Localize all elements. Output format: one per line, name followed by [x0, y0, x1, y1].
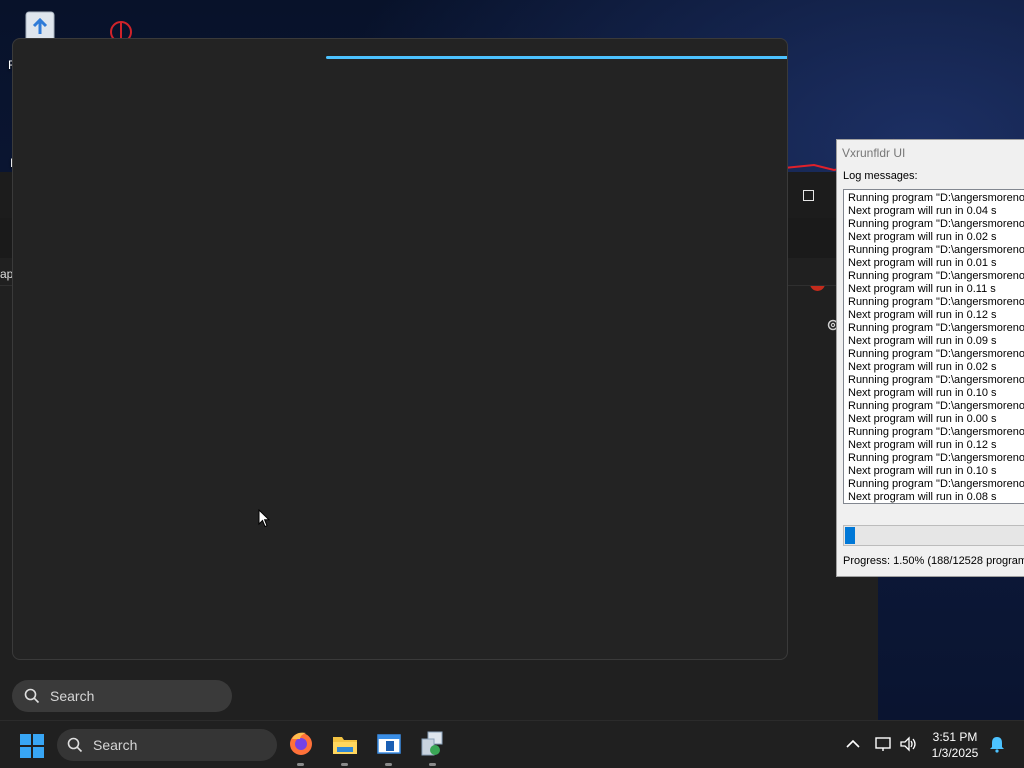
search-icon: [24, 688, 40, 704]
taskbar-search-box[interactable]: Search: [57, 729, 277, 761]
vxrunfldr-taskbar-button[interactable]: [418, 729, 448, 766]
window-app-icon: [377, 734, 401, 754]
start-menu-search-box[interactable]: Search: [12, 680, 232, 712]
clock-time: 3:51 PM: [932, 730, 978, 744]
window-app-taskbar-button[interactable]: [374, 729, 404, 766]
log-messages-label: Log messages:: [843, 170, 918, 182]
vxrunfldr-app-icon: [421, 731, 443, 756]
taskbar: Search 3:51 PM 1/3/2025: [0, 720, 1024, 768]
firefox-icon: [290, 732, 312, 755]
log-line: Next program will run in 0.12 s: [848, 309, 997, 321]
log-line: Next program will run in 0.08 s: [848, 491, 997, 503]
log-line: Next program will run in 0.11 s: [848, 283, 996, 295]
log-line: Next program will run in 0.02 s: [848, 361, 997, 373]
log-line: Next program will run in 0.01 s: [848, 257, 997, 269]
log-messages-list[interactable]: Running program "D:\angersmoreno\ Next pr…: [843, 189, 1024, 504]
log-line: Next program will run in 0.04 s: [848, 205, 997, 217]
notification-bell-icon[interactable]: [988, 735, 1006, 753]
volume-icon[interactable]: [899, 735, 917, 753]
progress-bar: [843, 525, 1024, 546]
log-line: Running program "D:\angersmoreno\: [848, 374, 1024, 386]
log-line: Running program "D:\angersmoreno\: [848, 270, 1024, 282]
loading-indicator: [13, 56, 787, 59]
windows-start-icon[interactable]: [20, 734, 44, 758]
log-line: Running program "D:\angersmoreno\: [848, 452, 1024, 464]
log-line: Running program "D:\angersmoreno\: [848, 400, 1024, 412]
network-icon[interactable]: [874, 735, 892, 753]
mouse-cursor-icon: [258, 509, 270, 528]
taskbar-search-placeholder: Search: [93, 737, 138, 753]
log-line: Next program will run in 0.10 s: [848, 387, 997, 399]
file-explorer-icon: [333, 737, 357, 754]
maximize-icon[interactable]: [803, 190, 814, 201]
loading-app-window[interactable]: [12, 38, 788, 660]
progress-bar-fill: [844, 526, 856, 545]
log-line: Next program will run in 0.00 s: [848, 413, 997, 425]
vxrunfldr-title: Vxrunfldr UI: [842, 146, 906, 160]
log-line: Running program "D:\angersmoreno\: [848, 192, 1024, 204]
log-line: Running program "D:\angersmoreno\: [848, 348, 1024, 360]
log-line: Next program will run in 0.09 s: [848, 335, 997, 347]
chevron-up-icon[interactable]: [844, 735, 862, 753]
log-line: Running program "D:\angersmoreno\: [848, 322, 1024, 334]
log-line: Running program "D:\angersmoreno\: [848, 426, 1024, 438]
search-icon: [67, 737, 83, 753]
log-line: Next program will run in 0.02 s: [848, 231, 997, 243]
log-line: Running program "D:\angersmoreno\: [848, 244, 1024, 256]
clock-date: 1/3/2025: [931, 746, 979, 760]
log-line: Next program will run in 0.10 s: [848, 465, 997, 477]
log-line: Running program "D:\angersmoreno\: [848, 296, 1024, 308]
loading-indicator-bar: [326, 56, 787, 59]
log-line: Next program will run in 0.12 s: [848, 439, 997, 451]
firefox-taskbar-button[interactable]: [286, 729, 316, 766]
progress-text: Progress: 1.50% (188/12528 programs: [843, 555, 1024, 567]
system-clock[interactable]: 3:51 PM 1/3/2025: [920, 729, 990, 761]
file-explorer-taskbar-button[interactable]: [330, 729, 360, 766]
log-line: Running program "D:\angersmoreno\: [848, 478, 1024, 490]
start-search-placeholder: Search: [50, 688, 95, 704]
vxrunfldr-window[interactable]: Vxrunfldr UI Log messages: Running progr…: [836, 139, 1024, 577]
log-line: Running program "D:\angersmoreno\: [848, 218, 1024, 230]
